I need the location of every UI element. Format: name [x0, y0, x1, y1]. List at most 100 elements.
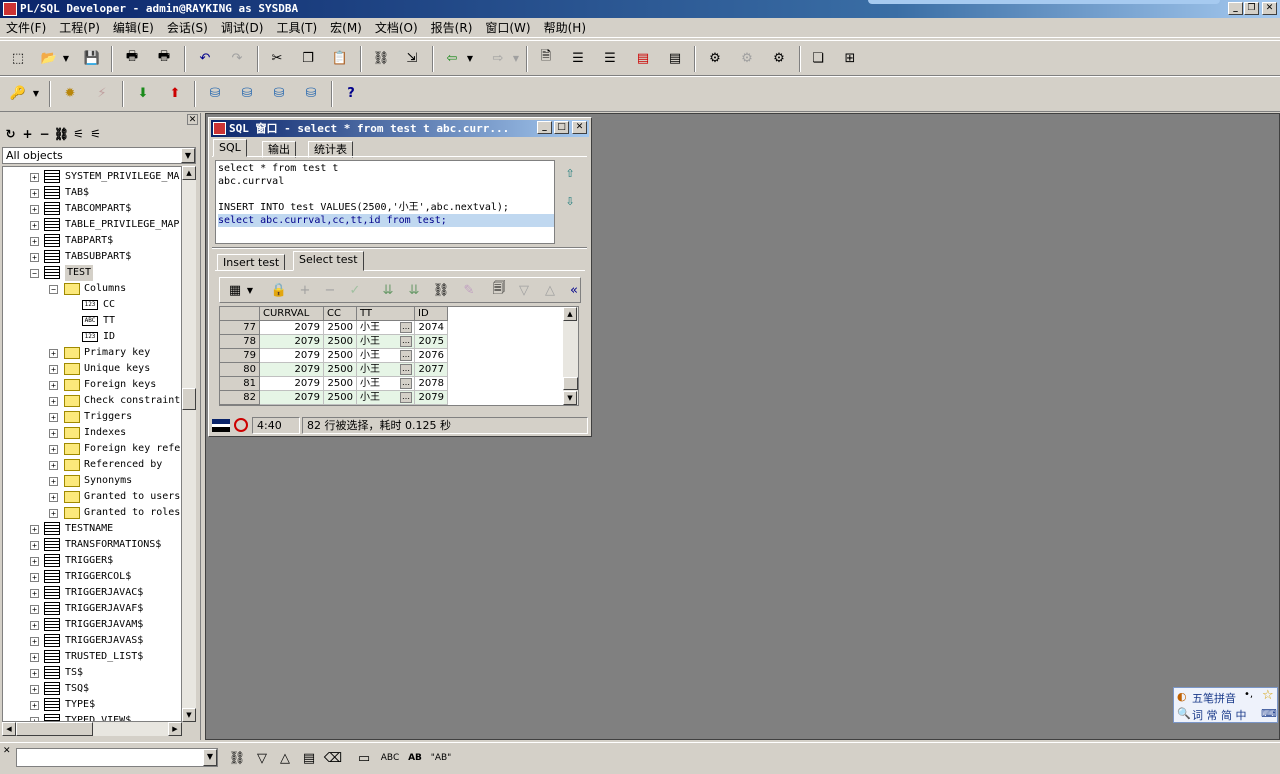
- open-dropdown-icon[interactable]: ▼: [60, 47, 72, 69]
- result-grid[interactable]: CURRVAL CC TT ID 77 2079 2500 小王… 2074 78 2079 2500…: [219, 306, 579, 406]
- find-dropdown-icon[interactable]: ▼: [203, 749, 217, 766]
- scroll-left-icon[interactable]: ◀: [2, 722, 16, 736]
- tree-node-table[interactable]: + TYPED_VIEW$: [3, 713, 181, 721]
- cell-editor-button[interactable]: …: [400, 350, 412, 361]
- expand-icon[interactable]: +: [49, 381, 58, 390]
- menu-file[interactable]: 文件(F): [0, 18, 53, 36]
- import-icon[interactable]: ⇦: [441, 47, 463, 69]
- tree-node-folder[interactable]: + Foreign key refe: [3, 441, 181, 457]
- menu-reports[interactable]: 报告(R): [425, 18, 480, 36]
- grid-row-number[interactable]: 81: [220, 377, 260, 391]
- expand-icon[interactable]: +: [49, 493, 58, 502]
- expand-icon[interactable]: +: [49, 413, 58, 422]
- whole-word-icon[interactable]: AB: [404, 747, 426, 769]
- editor-line[interactable]: select abc.currval,cc,tt,id from test;: [218, 214, 554, 227]
- menu-debug[interactable]: 调试(D): [215, 18, 271, 36]
- find-input[interactable]: ▼: [16, 748, 218, 767]
- menu-project[interactable]: 工程(P): [53, 18, 107, 36]
- tree-node-column[interactable]: 123 ID: [3, 329, 181, 345]
- upload-icon[interactable]: ⬆: [164, 82, 186, 104]
- tree-node-folder[interactable]: + Referenced by: [3, 457, 181, 473]
- tree-node-folder[interactable]: + Foreign keys: [3, 377, 181, 393]
- add-icon[interactable]: +: [19, 127, 36, 141]
- ime-toolbar[interactable]: ◐ 五笔拼音 •, ☆ 🔍 词 常 简 中 ⌨: [1173, 687, 1278, 723]
- expand-icon[interactable]: +: [30, 621, 39, 630]
- grid-cell[interactable]: 2500: [324, 363, 357, 377]
- tree-node-folder[interactable]: + Granted to roles: [3, 505, 181, 521]
- ime-mode[interactable]: 五笔拼音: [1192, 690, 1236, 706]
- grid-cell[interactable]: 2077: [415, 363, 448, 377]
- cell-editor-button[interactable]: …: [400, 378, 412, 389]
- tree-node-table[interactable]: + TRANSFORMATIONS$: [3, 537, 181, 553]
- redo-icon[interactable]: ↷: [226, 47, 248, 69]
- close-button[interactable]: ✕: [1262, 2, 1277, 15]
- grid-column-header[interactable]: CURRVAL: [260, 307, 324, 321]
- grid-scroll-thumb[interactable]: [563, 377, 578, 390]
- grid-scroll-up-icon[interactable]: ▲: [563, 307, 577, 321]
- grid-vscrollbar[interactable]: ▲ ▼: [563, 307, 578, 405]
- grid-cell[interactable]: 2079: [260, 349, 324, 363]
- tree-node-table[interactable]: + TRIGGER$: [3, 553, 181, 569]
- tree-node-table[interactable]: + TAB$: [3, 185, 181, 201]
- sql-close-button[interactable]: ✕: [572, 121, 587, 134]
- expand-icon[interactable]: +: [30, 557, 39, 566]
- grid-cell[interactable]: 小王…: [357, 349, 415, 363]
- grid-column-header[interactable]: TT: [357, 307, 415, 321]
- refresh-icon[interactable]: ↻: [2, 127, 19, 141]
- scroll-right-icon[interactable]: ▶: [168, 722, 182, 736]
- tree-node-folder[interactable]: + Indexes: [3, 425, 181, 441]
- editor-line[interactable]: abc.currval: [218, 175, 284, 188]
- filter-down-icon[interactable]: ▽: [513, 279, 535, 301]
- binoculars-icon[interactable]: ⛓: [53, 127, 70, 141]
- grid-cell[interactable]: 2500: [324, 321, 357, 335]
- check-doc-icon[interactable]: 🗎: [535, 47, 557, 69]
- fetch-next-icon[interactable]: ⇊: [377, 279, 399, 301]
- eraser-icon[interactable]: ⌫: [322, 747, 344, 769]
- expand-icon[interactable]: +: [30, 701, 39, 710]
- menu-help[interactable]: 帮助(H): [538, 18, 593, 36]
- hscroll-thumb[interactable]: [16, 722, 93, 736]
- chevron-down-icon[interactable]: ▼: [181, 148, 195, 163]
- post-changes-icon[interactable]: ✓: [344, 279, 366, 301]
- expand-icon[interactable]: +: [49, 429, 58, 438]
- grid-corner[interactable]: [220, 307, 260, 321]
- scroll-down-icon[interactable]: ▼: [182, 708, 196, 722]
- tree-node-folder[interactable]: + Triggers: [3, 409, 181, 425]
- ime-options[interactable]: 词 常 简 中: [1192, 707, 1247, 723]
- expand-icon[interactable]: +: [30, 205, 39, 214]
- filter-icon[interactable]: ⚟: [70, 127, 87, 141]
- print-icon[interactable]: 🖶: [121, 47, 143, 69]
- tree-node-table[interactable]: + TSQ$: [3, 681, 181, 697]
- ime-search-icon[interactable]: 🔍: [1177, 707, 1191, 720]
- collapse-icon[interactable]: −: [49, 285, 58, 294]
- help-icon[interactable]: ?: [340, 82, 362, 104]
- editor-line[interactable]: select * from test t: [218, 162, 338, 175]
- expand-icon[interactable]: +: [49, 509, 58, 518]
- export-dropdown-icon[interactable]: ▼: [510, 47, 522, 69]
- selection-icon[interactable]: ▭: [353, 747, 375, 769]
- expand-icon[interactable]: +: [30, 253, 39, 262]
- remove-icon[interactable]: −: [36, 127, 53, 141]
- expand-icon[interactable]: +: [49, 461, 58, 470]
- import-dropdown-icon[interactable]: ▼: [464, 47, 476, 69]
- grid-cell[interactable]: 2079: [415, 391, 448, 405]
- comment-icon[interactable]: ▤: [632, 47, 654, 69]
- scroll-thumb[interactable]: [182, 388, 196, 410]
- db-icon[interactable]: ⛁: [204, 82, 226, 104]
- grid-select-icon[interactable]: ▦: [224, 279, 246, 301]
- tree-vscrollbar[interactable]: ▲ ▼: [182, 166, 196, 722]
- grid-cell[interactable]: 2079: [260, 363, 324, 377]
- lock-icon[interactable]: 🔒: [268, 279, 290, 301]
- tree-node-table[interactable]: + TABLE_PRIVILEGE_MAP: [3, 217, 181, 233]
- grid-row-number[interactable]: 79: [220, 349, 260, 363]
- tab-insert-test[interactable]: Insert test: [217, 254, 286, 271]
- grid-cell[interactable]: 2076: [415, 349, 448, 363]
- unindent-icon[interactable]: ☰: [599, 47, 621, 69]
- grid-column-header[interactable]: CC: [324, 307, 357, 321]
- grid-cell[interactable]: 2074: [415, 321, 448, 335]
- expand-icon[interactable]: +: [30, 589, 39, 598]
- editor-line[interactable]: INSERT INTO test VALUES(2500,'小王',abc.ne…: [218, 201, 509, 214]
- tab-select-test[interactable]: Select test: [293, 251, 364, 271]
- sql-editor[interactable]: select * from test t abc.currval INSERT IN…: [215, 160, 555, 244]
- menu-tools[interactable]: 工具(T): [270, 18, 324, 36]
